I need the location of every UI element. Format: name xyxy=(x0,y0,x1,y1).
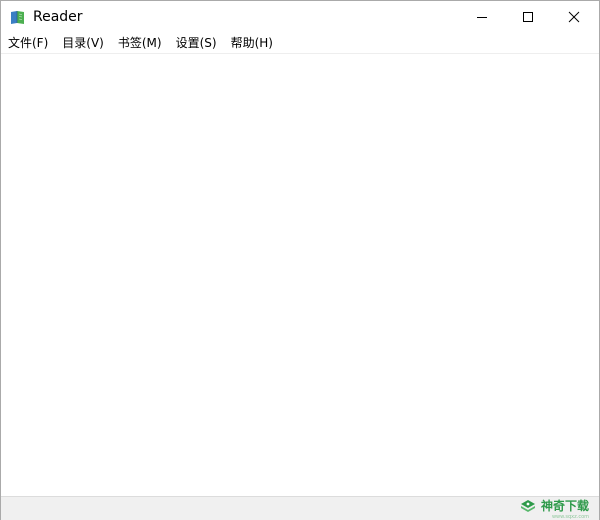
book-icon xyxy=(11,11,24,24)
watermark-subtext: www.sqxz.com xyxy=(551,514,589,520)
menu-file[interactable]: 文件(F) xyxy=(1,33,55,53)
watermark: 神奇下载 www.sqxz.com xyxy=(519,499,589,520)
watermark-logo-icon xyxy=(520,500,535,512)
title-bar[interactable]: Reader xyxy=(1,1,599,32)
close-icon xyxy=(568,11,580,22)
status-bar: 神奇下载 www.sqxz.com xyxy=(1,496,599,520)
minimize-icon xyxy=(477,16,487,18)
menu-contents[interactable]: 目录(V) xyxy=(55,33,111,53)
window-title: Reader xyxy=(33,9,83,25)
menu-bar: 文件(F) 目录(V) 书签(M) 设置(S) 帮助(H) xyxy=(1,32,599,54)
reader-window: Reader 文件(F) 目录(V) 书签(M) 设置(S) 帮助(H) 神奇下… xyxy=(0,0,600,520)
menu-help[interactable]: 帮助(H) xyxy=(224,33,280,53)
menu-bookmarks[interactable]: 书签(M) xyxy=(111,33,169,53)
minimize-button[interactable] xyxy=(459,1,505,32)
watermark-text: 神奇下载 xyxy=(540,499,589,513)
menu-settings[interactable]: 设置(S) xyxy=(169,33,224,53)
maximize-button[interactable] xyxy=(505,1,551,32)
maximize-icon xyxy=(523,11,533,22)
document-content-area[interactable] xyxy=(1,54,599,496)
close-button[interactable] xyxy=(551,1,597,32)
